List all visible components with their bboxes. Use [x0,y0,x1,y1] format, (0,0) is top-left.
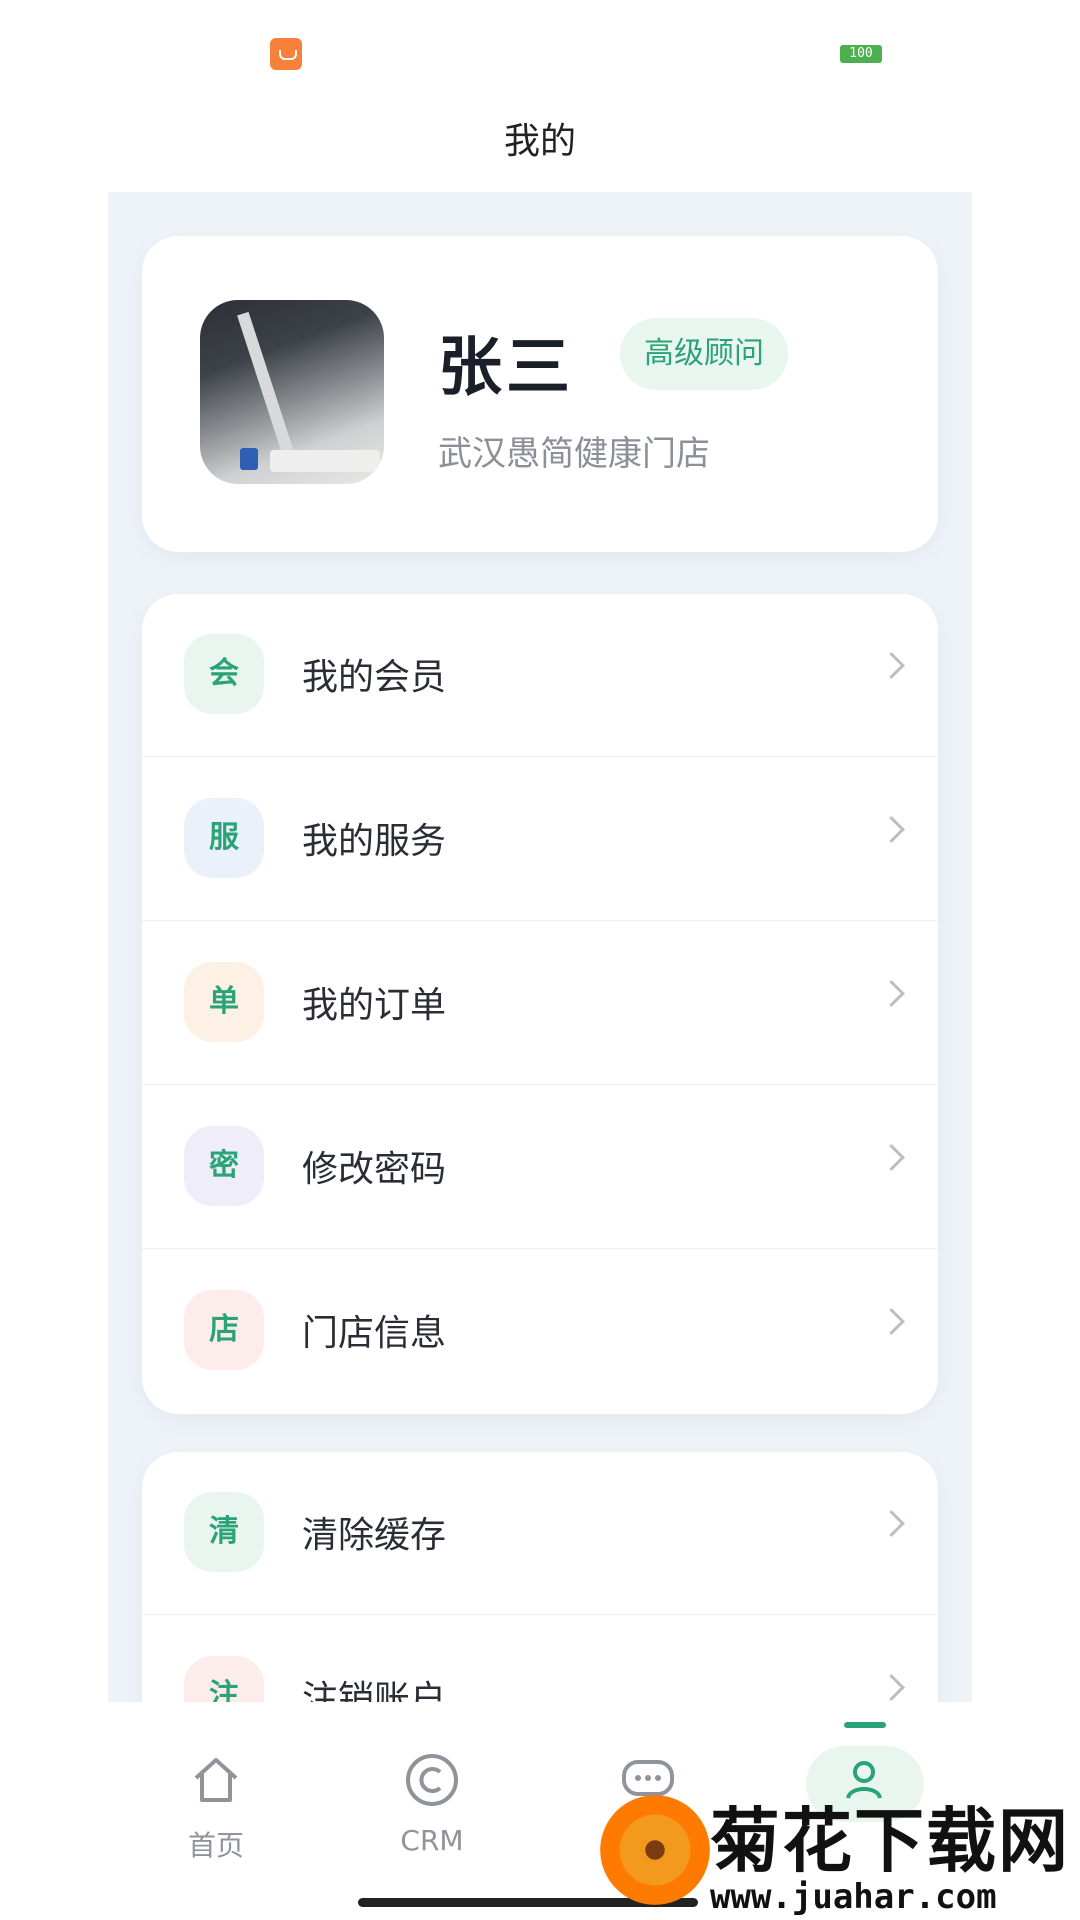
user-name: 张三 [438,331,574,405]
menu-item-orders[interactable]: 单 我的订单 [142,922,938,1085]
chevron-right-icon [878,652,905,679]
flower-logo-icon [600,1795,710,1905]
watermark-title: 菊花下载网 [710,1800,1070,1882]
menu-item-label: 我的服务 [302,821,447,862]
page-title: 我的 [503,121,576,162]
menu-item-label: 我的会员 [302,657,447,698]
watermark: 菊花下载网 www.juahar.com [590,1785,1080,1920]
chevron-right-icon [878,1144,905,1171]
chevron-right-icon [878,816,905,843]
nav-home[interactable]: 首页 [116,1702,316,1920]
battery-icon: 100 [840,45,882,63]
divider [142,1614,938,1615]
menu-item-label: 注销账户 [302,1679,447,1702]
chevron-right-icon [878,1510,905,1537]
avatar[interactable] [200,300,384,484]
status-bar: 100 [0,0,1080,100]
store-name: 武汉愚简健康门店 [438,434,710,474]
menu-item-change-password[interactable]: 密 修改密码 [142,1086,938,1249]
clear-cache-icon: 清 [184,1492,264,1572]
menu-item-label: 修改密码 [302,1149,447,1190]
main-content: 张三 高级顾问 武汉愚简健康门店 会 我的会员 服 我的服务 单 我的订单 密 … [108,192,972,1702]
members-icon: 会 [184,634,264,714]
menu-card-primary: 会 我的会员 服 我的服务 单 我的订单 密 修改密码 店 门店信息 [142,594,938,1414]
menu-item-clear-cache[interactable]: 清 清除缓存 [142,1452,938,1615]
orders-icon: 单 [184,962,264,1042]
divider [142,920,938,921]
menu-item-label: 门店信息 [302,1313,447,1354]
divider [142,1248,938,1249]
menu-item-label: 我的订单 [302,985,447,1026]
menu-item-delete-account[interactable]: 注 注销账户 [142,1616,938,1702]
services-icon: 服 [184,798,264,878]
chevron-right-icon [878,980,905,1007]
copyright-circle-icon [406,1754,458,1806]
menu-item-services[interactable]: 服 我的服务 [142,758,938,921]
watermark-url: www.juahar.com [710,1877,997,1917]
role-badge: 高级顾问 [620,318,788,390]
menu-item-members[interactable]: 会 我的会员 [142,594,938,757]
nav-crm-label: CRM [400,1824,464,1857]
divider [142,756,938,757]
nav-crm[interactable]: CRM [332,1702,532,1920]
shopping-bag-icon [270,38,302,70]
home-icon [194,1758,238,1802]
divider [142,1084,938,1085]
chevron-right-icon [878,1308,905,1335]
chevron-right-icon [878,1674,905,1701]
menu-card-secondary: 清 清除缓存 注 注销账户 [142,1452,938,1702]
profile-card[interactable]: 张三 高级顾问 武汉愚简健康门店 [142,236,938,552]
password-icon: 密 [184,1126,264,1206]
menu-item-label: 清除缓存 [302,1515,447,1556]
delete-account-icon: 注 [184,1656,264,1702]
menu-item-store-info[interactable]: 店 门店信息 [142,1250,938,1413]
store-icon: 店 [184,1290,264,1370]
nav-home-label: 首页 [187,1829,244,1862]
